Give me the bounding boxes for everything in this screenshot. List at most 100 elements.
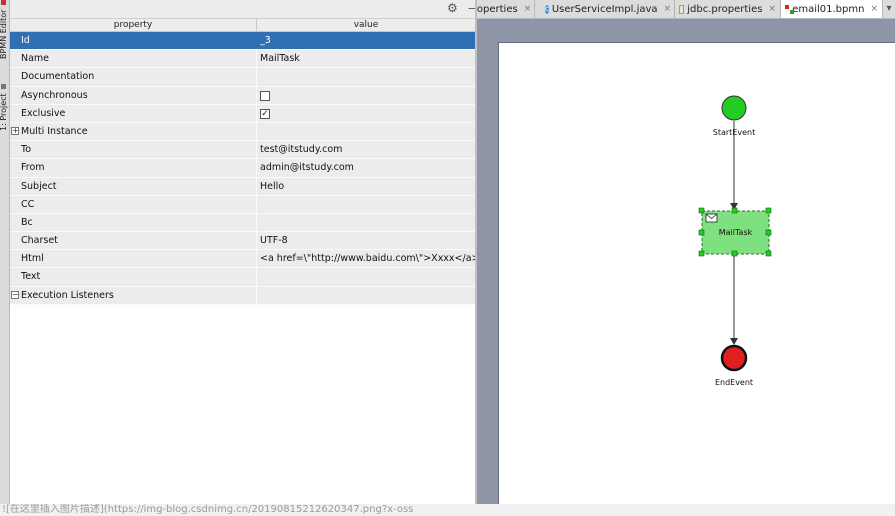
property-row-text[interactable]: Text: [10, 268, 475, 287]
close-icon[interactable]: ×: [870, 1, 878, 18]
folder-icon: [1, 84, 7, 89]
property-key-label: Asynchronous: [21, 89, 88, 101]
property-row-documentation[interactable]: Documentation: [10, 68, 475, 87]
gear-icon[interactable]: ⚙: [447, 1, 458, 15]
property-key-label: To: [21, 144, 32, 156]
property-key: Documentation: [10, 68, 257, 86]
tab-label: jdbc.properties: [687, 3, 763, 15]
property-key-label: Id: [21, 35, 30, 46]
property-row-name[interactable]: Name MailTask: [10, 50, 475, 69]
checkbox[interactable]: [260, 90, 270, 101]
property-value-text: test@itstudy.com: [260, 144, 343, 156]
bpmn-icon: [1, 0, 7, 5]
property-column-header[interactable]: property: [10, 19, 257, 31]
property-row-asynchronous[interactable]: Asynchronous: [10, 86, 475, 105]
property-key-label: Name: [21, 53, 50, 65]
property-row-from[interactable]: From admin@itstudy.com: [10, 159, 475, 178]
property-key: From: [10, 159, 257, 177]
property-value[interactable]: [257, 68, 475, 85]
value-column-header[interactable]: value: [257, 19, 475, 31]
close-icon[interactable]: ×: [768, 1, 776, 18]
java-class-icon: c: [545, 4, 549, 14]
property-key-label: From: [21, 162, 45, 174]
property-value[interactable]: ✓: [257, 105, 475, 122]
property-row-exclusive[interactable]: Exclusive ✓: [10, 104, 475, 123]
property-row-execution-listeners[interactable]: − Execution Listeners: [10, 286, 475, 305]
property-key: Charset: [10, 232, 257, 250]
property-key: Name: [10, 50, 257, 68]
tab-roperties[interactable]: roperties ×: [477, 0, 535, 18]
property-value[interactable]: [257, 123, 475, 140]
property-value[interactable]: UTF-8: [257, 232, 475, 249]
property-key: Html: [10, 250, 257, 268]
bpmn-file-icon: [785, 4, 794, 14]
property-value[interactable]: test@itstudy.com: [257, 141, 475, 158]
property-value-text: _3: [260, 35, 271, 46]
property-key-label: Exclusive: [21, 107, 66, 119]
property-value[interactable]: <a href=\"http://www.baidu.com\">Xxxx</a…: [257, 250, 475, 267]
property-value[interactable]: [257, 196, 475, 213]
property-key-label: Execution Listeners: [21, 289, 114, 301]
close-icon[interactable]: ×: [664, 1, 672, 18]
close-icon[interactable]: ×: [524, 1, 532, 18]
property-key: Id: [10, 32, 257, 50]
end-event-label: EndEvent: [714, 378, 754, 387]
property-key: + Multi Instance: [10, 122, 257, 141]
property-key: Asynchronous: [10, 86, 257, 104]
property-value-text: <a href=\"http://www.baidu.com\">Xxxx</a…: [260, 253, 475, 265]
property-value[interactable]: [257, 214, 475, 231]
tool-window-strip: BPMN Editor 1: Project: [0, 0, 10, 504]
tab-label: email01.bpmn: [792, 3, 865, 15]
checkbox[interactable]: ✓: [260, 108, 270, 119]
property-key: Subject: [10, 177, 257, 195]
expand-icon[interactable]: +: [11, 126, 19, 135]
property-value[interactable]: [257, 87, 475, 104]
property-panel-toolbar: ⚙ —: [10, 0, 480, 19]
tab-label: roperties: [477, 3, 518, 15]
start-event-label: StartEvent: [712, 128, 756, 137]
property-value[interactable]: [257, 287, 475, 304]
property-row-id[interactable]: Id _3: [10, 32, 475, 51]
property-key-label: Html: [21, 253, 44, 265]
property-value[interactable]: [257, 268, 475, 285]
tab-list-icon[interactable]: ▾: [883, 0, 895, 18]
property-table-empty-area: [10, 305, 475, 504]
editor-tab-bar: roperties × c UserServiceImpl.java × jdbc.…: [477, 0, 895, 19]
bpmn-editor-tool-tab[interactable]: BPMN Editor: [0, 0, 9, 76]
property-row-html[interactable]: Html <a href=\"http://www.baidu.com\">Xxx…: [10, 250, 475, 269]
tab-jdbc-properties[interactable]: jdbc.properties ×: [675, 0, 781, 18]
property-value[interactable]: admin@itstudy.com: [257, 159, 475, 176]
property-table: property value Id _3 Name MailTask Documenta…: [10, 19, 475, 305]
property-row-charset[interactable]: Charset UTF-8: [10, 232, 475, 251]
property-key: − Execution Listeners: [10, 286, 257, 304]
property-row-to[interactable]: To test@itstudy.com: [10, 141, 475, 160]
property-key: Exclusive: [10, 104, 257, 122]
property-value-text: Hello: [260, 180, 285, 192]
property-value[interactable]: _3: [257, 32, 475, 49]
property-row-cc[interactable]: CC: [10, 195, 475, 214]
property-key: Bc: [10, 213, 257, 232]
table-header: property value: [10, 19, 475, 32]
markdown-image-text: ![在这里插入图片描述](https://img-blog.csdnimg.cn…: [2, 504, 414, 515]
property-row-multi-instance[interactable]: + Multi Instance: [10, 122, 475, 142]
collapse-icon[interactable]: −: [11, 290, 19, 299]
property-value[interactable]: Hello: [257, 178, 475, 195]
property-key-label: Documentation: [21, 71, 95, 83]
project-tab-label: 1: Project: [0, 93, 8, 132]
tab-email01-bpmn[interactable]: email01.bpmn ×: [781, 0, 883, 18]
property-key-label: Multi Instance: [21, 125, 88, 137]
property-key-label: Bc: [21, 216, 33, 228]
property-value[interactable]: MailTask: [257, 50, 475, 67]
property-value-text: UTF-8: [260, 235, 288, 247]
property-key: CC: [10, 195, 257, 213]
bpmn-editor-tab-label: BPMN Editor: [0, 9, 8, 59]
property-value-text: admin@itstudy.com: [260, 162, 354, 174]
property-row-subject[interactable]: Subject Hello: [10, 177, 475, 196]
tab-userserviceimpl[interactable]: c UserServiceImpl.java ×: [541, 0, 675, 18]
mail-task-label: MailTask: [718, 228, 753, 237]
project-tool-tab[interactable]: 1: Project: [0, 84, 9, 144]
diagram-canvas[interactable]: [498, 42, 895, 504]
property-row-bc[interactable]: Bc: [10, 213, 475, 233]
watermark: https://blog.csdn.net/qq_41884677: [640, 485, 886, 501]
property-key-label: Subject: [21, 180, 57, 192]
